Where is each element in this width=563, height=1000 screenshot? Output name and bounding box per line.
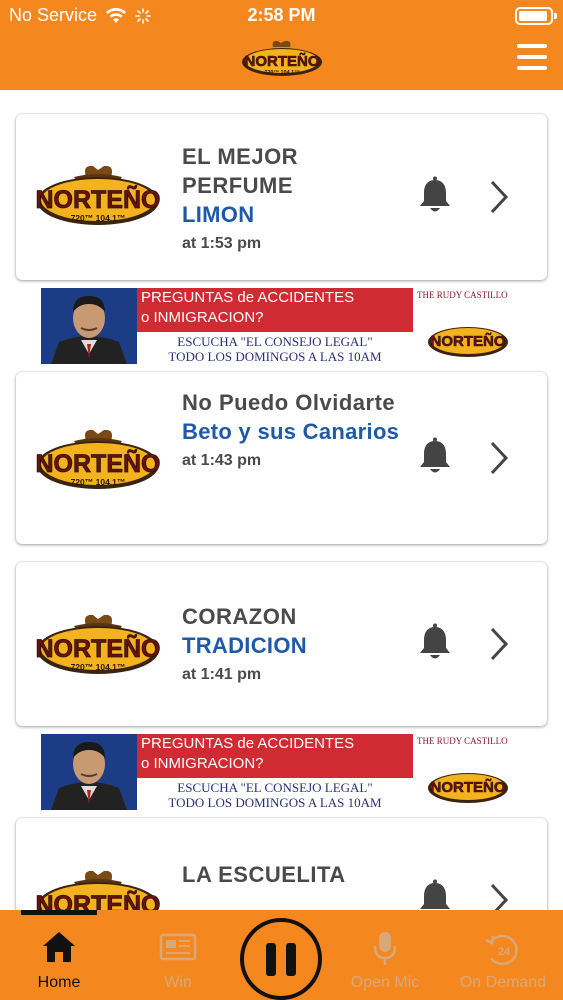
played-time: at 1:53 pm xyxy=(182,235,262,252)
svg-text:NORTEÑO: NORTEÑO xyxy=(36,633,160,663)
tab-label: Home xyxy=(37,974,81,991)
ad-sponsor: THE RUDY CASTILLO NORTEÑO xyxy=(413,288,522,364)
svg-text:720™ 104.1™: 720™ 104.1™ xyxy=(71,213,126,223)
ticket-icon xyxy=(159,933,197,961)
ad-subtext-line: TODO LOS DOMINGOS A LAS 10AM xyxy=(168,349,382,364)
ad-sponsor: THE RUDY CASTILLO NORTEÑO xyxy=(413,734,522,810)
ad-headline-line: o INMIGRACION? xyxy=(141,309,264,326)
ad-subtext-line: ESCUCHA "EL CONSEJO LEGAL" xyxy=(177,780,373,795)
status-bar: No Service 2:58 PM xyxy=(0,0,563,32)
song-title: No Puedo Olvidarte xyxy=(182,390,396,415)
chevron-right-icon[interactable] xyxy=(488,179,510,215)
svg-text:NORTEÑO: NORTEÑO xyxy=(36,889,160,910)
song-title: LA ESCUELITA xyxy=(182,862,346,887)
svg-text:NORTEÑO: NORTEÑO xyxy=(36,448,160,478)
hamburger-icon-line xyxy=(517,44,547,48)
tab-label: On Demand xyxy=(459,974,547,991)
ad-firm-name: THE RUDY CASTILLO xyxy=(417,736,508,746)
track-card[interactable]: NORTEÑO 720™ 104.1™ EL MEJOR PERFUME LIM… xyxy=(16,114,547,280)
pause-icon xyxy=(286,943,296,976)
bell-icon[interactable] xyxy=(414,878,456,910)
pause-icon xyxy=(266,943,276,976)
bell-icon[interactable] xyxy=(414,436,456,478)
app-header: No Service 2:58 PM NORTEÑO 720™ 104.1™ xyxy=(0,0,563,90)
ad-banner[interactable]: PREGUNTAS de ACCIDENTES o INMIGRACION? E… xyxy=(41,288,522,364)
tab-win[interactable]: Win xyxy=(123,910,233,1000)
ad-subtext: ESCUCHA "EL CONSEJO LEGAL" TODO LOS DOMI… xyxy=(137,778,413,810)
song-title: EL MEJOR PERFUME xyxy=(182,144,299,198)
tab-on-demand[interactable]: 24 On Demand xyxy=(448,910,558,1000)
svg-text:720™ 104.1™: 720™ 104.1™ xyxy=(264,70,299,76)
ad-headline-line: PREGUNTAS de ACCIDENTES xyxy=(141,289,355,306)
tab-bar: Home Win Open Mic 24 On Demand xyxy=(0,910,563,1000)
station-logo: NORTEÑO 720™ 104.1™ xyxy=(36,429,160,489)
ad-subtext-line: ESCUCHA "EL CONSEJO LEGAL" xyxy=(177,334,373,349)
track-info: LA ESCUELITA xyxy=(182,860,412,895)
track-info: EL MEJOR PERFUME LIMON at 1:53 pm xyxy=(182,142,412,253)
ad-photo xyxy=(41,288,137,364)
artist-name: LIMON xyxy=(182,202,255,227)
status-time: 2:58 PM xyxy=(247,5,316,25)
ad-photo xyxy=(41,734,137,810)
recently-played-list[interactable]: NORTEÑO 720™ 104.1™ EL MEJOR PERFUME LIM… xyxy=(0,90,563,910)
track-info: CORAZON TRADICION at 1:41 pm xyxy=(182,602,412,684)
ad-headline-line: o INMIGRACION? xyxy=(141,755,264,772)
tab-label: Win xyxy=(164,974,192,991)
svg-text:720™ 104.1™: 720™ 104.1™ xyxy=(71,662,126,672)
on-demand-badge: 24 xyxy=(498,946,511,958)
person-portrait-icon xyxy=(41,288,137,364)
ad-headline: PREGUNTAS de ACCIDENTES o INMIGRACION? xyxy=(137,734,413,778)
svg-text:720™ 104.1™: 720™ 104.1™ xyxy=(71,477,126,487)
norteno-logo: NORTEÑO xyxy=(428,327,508,357)
ad-subtext-line: TODO LOS DOMINGOS A LAS 10AM xyxy=(168,795,382,810)
tab-icon-wrap: 24 xyxy=(448,930,558,970)
menu-button[interactable] xyxy=(517,44,547,70)
home-icon xyxy=(43,932,75,962)
active-tab-indicator xyxy=(21,910,97,915)
station-logo: NORTEÑO 720™ 104.1™ xyxy=(36,870,160,910)
ad-headline-line: PREGUNTAS de ACCIDENTES xyxy=(141,735,355,752)
station-logo: NORTEÑO 720™ 104.1™ xyxy=(36,165,160,225)
artist-name: Beto y sus Canarios xyxy=(182,419,400,444)
pause-button[interactable] xyxy=(240,918,322,1000)
played-time: at 1:43 pm xyxy=(182,452,262,469)
norteno-logo: NORTEÑO xyxy=(428,773,508,803)
chevron-right-icon[interactable] xyxy=(488,626,510,662)
ad-firm-name: THE RUDY CASTILLO xyxy=(417,290,508,300)
tab-home[interactable]: Home xyxy=(4,910,114,1000)
tab-label: Open Mic xyxy=(350,974,420,991)
track-card[interactable]: NORTEÑO 720™ 104.1™ No Puedo Olvidarte B… xyxy=(16,372,547,544)
ad-banner[interactable]: PREGUNTAS de ACCIDENTES o INMIGRACION? E… xyxy=(41,734,522,810)
station-logo: NORTEÑO 720™ 104.1™ xyxy=(36,614,160,674)
tab-icon-wrap xyxy=(330,930,440,970)
svg-text:NORTEÑO: NORTEÑO xyxy=(36,184,160,214)
bell-icon[interactable] xyxy=(414,175,456,217)
chevron-right-icon[interactable] xyxy=(488,440,510,476)
song-title: CORAZON xyxy=(182,604,297,629)
svg-text:NORTEÑO: NORTEÑO xyxy=(431,778,506,796)
hamburger-icon-line xyxy=(517,66,547,70)
microphone-icon xyxy=(373,932,397,965)
hamburger-icon-line xyxy=(517,55,547,59)
ad-subtext: ESCUCHA "EL CONSEJO LEGAL" TODO LOS DOMI… xyxy=(137,332,413,364)
artist-name: TRADICION xyxy=(182,633,307,658)
svg-text:NORTEÑO: NORTEÑO xyxy=(431,332,506,350)
chevron-right-icon[interactable] xyxy=(488,882,510,910)
track-info: No Puedo Olvidarte Beto y sus Canarios a… xyxy=(182,388,412,470)
svg-text:NORTEÑO: NORTEÑO xyxy=(245,52,320,70)
battery-icon xyxy=(515,7,557,25)
track-card[interactable]: NORTEÑO 720™ 104.1™ LA ESCUELITA xyxy=(16,818,547,910)
person-portrait-icon xyxy=(41,734,137,810)
norteno-logo: NORTEÑO 720™ 104.1™ xyxy=(242,40,322,76)
on-demand-24-icon: 24 xyxy=(485,934,518,966)
tab-icon-wrap xyxy=(4,930,114,970)
tab-icon-wrap xyxy=(123,930,233,970)
track-card[interactable]: NORTEÑO 720™ 104.1™ CORAZON TRADICION at… xyxy=(16,562,547,726)
bell-icon[interactable] xyxy=(414,622,456,664)
tab-open-mic[interactable]: Open Mic xyxy=(330,910,440,1000)
ad-headline: PREGUNTAS de ACCIDENTES o INMIGRACION? xyxy=(137,288,413,332)
played-time: at 1:41 pm xyxy=(182,666,262,683)
